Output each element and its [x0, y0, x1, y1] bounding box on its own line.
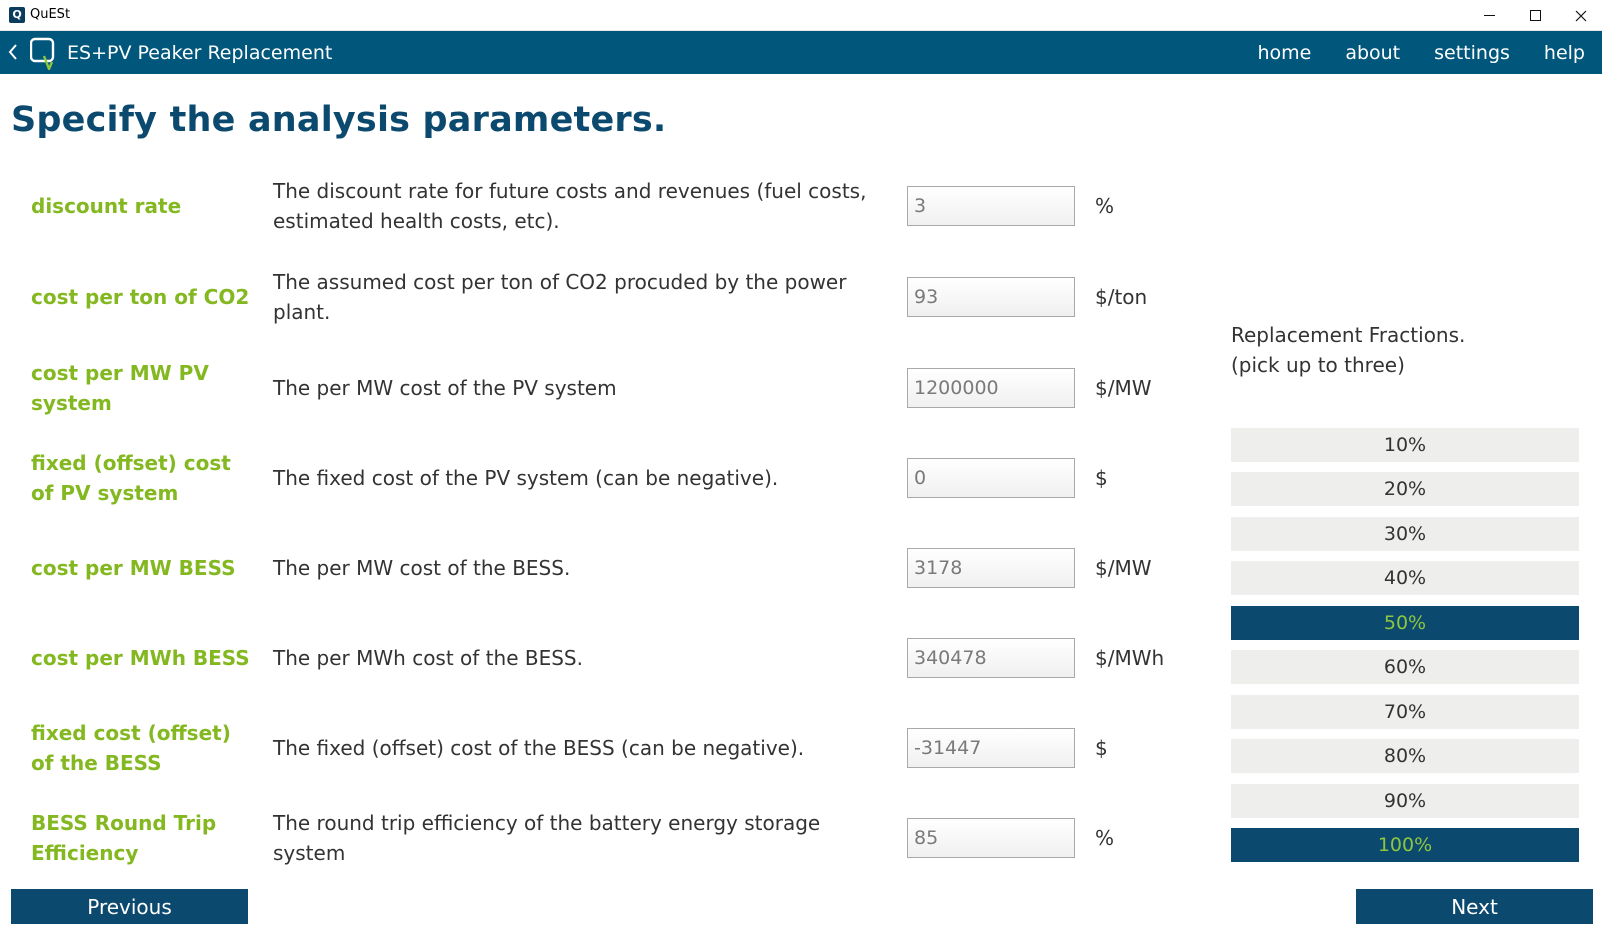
- bess-fixed-cost-input[interactable]: [907, 728, 1075, 768]
- nav-link-settings[interactable]: settings: [1434, 42, 1510, 64]
- quest-logo-icon: [30, 37, 55, 70]
- fraction-label: 10%: [1383, 434, 1427, 456]
- param-label: cost per MWh BESS: [31, 646, 250, 670]
- param-description: The discount rate for future costs and r…: [273, 179, 867, 233]
- param-unit: $/MWh: [1095, 646, 1165, 670]
- fraction-toggle-90[interactable]: 90%: [1231, 784, 1579, 818]
- pv-cost-input[interactable]: [907, 368, 1075, 408]
- discount-rate-input[interactable]: [907, 186, 1075, 226]
- param-row-bess-fixed-cost: fixed cost (offset) of the BESS The fixe…: [0, 704, 1190, 792]
- fraction-toggle-10[interactable]: 10%: [1231, 428, 1579, 462]
- fraction-label: 40%: [1383, 567, 1427, 589]
- window-title: QuESt: [30, 7, 71, 22]
- bess-mwh-cost-input[interactable]: [907, 638, 1075, 678]
- fraction-toggle-30[interactable]: 30%: [1231, 517, 1579, 551]
- param-row-pv-fixed-cost: fixed (offset) cost of PV system The fix…: [0, 434, 1190, 522]
- fractions-title: Replacement Fractions.: [1231, 323, 1466, 347]
- fraction-label: 80%: [1383, 745, 1427, 767]
- param-label: fixed cost (offset) of the BESS: [31, 721, 231, 775]
- fraction-toggle-80[interactable]: 80%: [1231, 739, 1579, 773]
- nav-links: home about settings help: [1257, 42, 1585, 64]
- param-label: cost per ton of CO2: [31, 285, 250, 309]
- previous-button[interactable]: Previous: [11, 889, 248, 924]
- page-title: Specify the analysis parameters.: [11, 100, 667, 140]
- param-row-bess-mwh-cost: cost per MWh BESS The per MWh cost of th…: [0, 614, 1190, 702]
- fraction-label: 90%: [1383, 790, 1427, 812]
- co2-cost-input[interactable]: [907, 277, 1075, 317]
- back-button[interactable]: [3, 40, 23, 64]
- maximize-button[interactable]: [1512, 0, 1558, 31]
- minimize-icon: [1483, 15, 1495, 16]
- pv-fixed-cost-input[interactable]: [907, 458, 1075, 498]
- fraction-label: 20%: [1383, 478, 1427, 500]
- param-description: The per MWh cost of the BESS.: [273, 646, 583, 670]
- fraction-toggle-100[interactable]: 100%: [1231, 828, 1579, 862]
- minimize-button[interactable]: [1466, 0, 1512, 31]
- param-unit: %: [1095, 826, 1115, 850]
- param-description: The fixed (offset) cost of the BESS (can…: [273, 736, 805, 760]
- fraction-label: 60%: [1383, 656, 1427, 678]
- close-button[interactable]: [1558, 0, 1602, 31]
- param-row-co2-cost: cost per ton of CO2 The assumed cost per…: [0, 253, 1190, 341]
- param-description: The assumed cost per ton of CO2 procuded…: [273, 270, 847, 324]
- param-unit: $/MW: [1095, 556, 1152, 580]
- param-unit: %: [1095, 194, 1115, 218]
- next-button[interactable]: Next: [1356, 889, 1593, 924]
- fraction-toggle-40[interactable]: 40%: [1231, 561, 1579, 595]
- param-description: The round trip efficiency of the battery…: [273, 811, 821, 865]
- param-label: cost per MW BESS: [31, 556, 236, 580]
- param-label: cost per MW PV system: [31, 361, 209, 415]
- bess-efficiency-input[interactable]: [907, 818, 1075, 858]
- param-description: The per MW cost of the BESS.: [273, 556, 571, 580]
- fraction-toggle-70[interactable]: 70%: [1231, 695, 1579, 729]
- param-description: The per MW cost of the PV system: [273, 376, 617, 400]
- nav-link-about[interactable]: about: [1345, 42, 1400, 64]
- top-navbar: ES+PV Peaker Replacement home about sett…: [0, 31, 1602, 74]
- app-logo-icon: Q: [9, 7, 25, 23]
- param-label: fixed (offset) cost of PV system: [31, 451, 231, 505]
- param-description: The fixed cost of the PV system (can be …: [273, 466, 779, 490]
- previous-button-label: Previous: [87, 894, 172, 919]
- fraction-label: 30%: [1383, 523, 1427, 545]
- fraction-label: 100%: [1377, 834, 1433, 856]
- next-button-label: Next: [1451, 894, 1498, 919]
- bess-mw-cost-input[interactable]: [907, 548, 1075, 588]
- param-row-bess-mw-cost: cost per MW BESS The per MW cost of the …: [0, 524, 1190, 612]
- window-titlebar: Q QuESt: [0, 0, 1602, 31]
- nav-link-help[interactable]: help: [1544, 42, 1585, 64]
- param-unit: $/ton: [1095, 285, 1148, 309]
- param-unit: $/MW: [1095, 376, 1152, 400]
- param-label: discount rate: [31, 194, 182, 218]
- param-label: BESS Round Trip Efficiency: [31, 811, 217, 865]
- fraction-toggle-60[interactable]: 60%: [1231, 650, 1579, 684]
- fraction-label: 50%: [1383, 612, 1427, 634]
- param-row-bess-efficiency: BESS Round Trip Efficiency The round tri…: [0, 794, 1190, 882]
- param-unit: $: [1095, 466, 1108, 490]
- fraction-label: 70%: [1383, 701, 1427, 723]
- param-row-discount-rate: discount rate The discount rate for futu…: [0, 162, 1190, 250]
- chevron-left-icon: [8, 44, 17, 60]
- param-row-pv-cost: cost per MW PV system The per MW cost of…: [0, 344, 1190, 432]
- fractions-subtitle: (pick up to three): [1231, 353, 1405, 377]
- page-section-title: ES+PV Peaker Replacement: [67, 42, 333, 64]
- param-unit: $: [1095, 736, 1108, 760]
- fraction-toggle-20[interactable]: 20%: [1231, 472, 1579, 506]
- replacement-fractions-heading: Replacement Fractions. (pick up to three…: [1231, 320, 1571, 380]
- nav-link-home[interactable]: home: [1257, 42, 1311, 64]
- close-icon: [1575, 10, 1587, 21]
- maximize-icon: [1529, 10, 1541, 21]
- fraction-toggle-50[interactable]: 50%: [1231, 606, 1579, 640]
